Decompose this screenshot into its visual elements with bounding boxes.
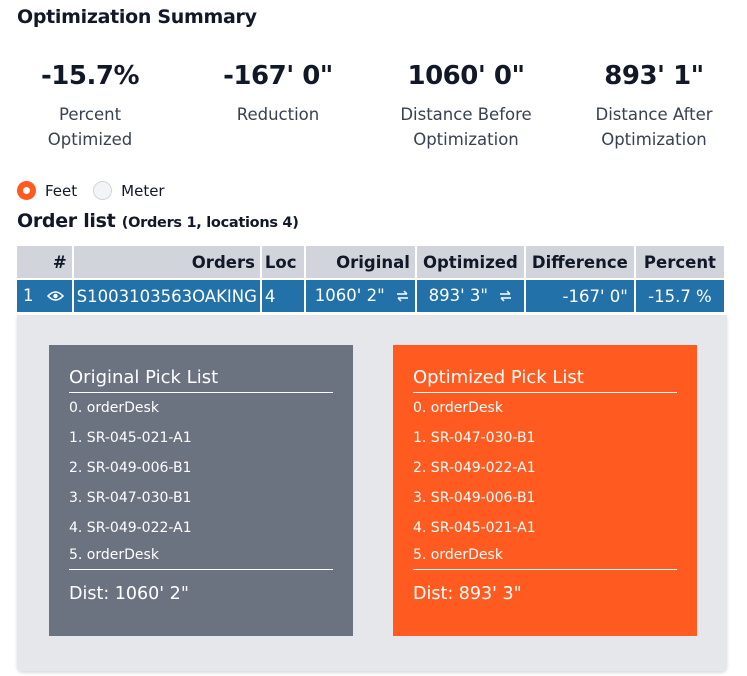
col-difference[interactable]: Difference (525, 246, 634, 278)
stat-label-line2: Optimization (601, 130, 707, 149)
original-distance: Dist: 1060' 2" (69, 584, 189, 604)
list-item: 3. SR-049-006-B1 (413, 490, 536, 506)
stat-value: -15.7% (41, 61, 140, 91)
list-item: 1. SR-047-030-B1 (413, 430, 536, 446)
stat-label: Reduction (188, 102, 368, 127)
col-orders[interactable]: Orders (73, 246, 260, 278)
cell-order: S1003103563OAKING (73, 280, 260, 312)
stat-label-line1: Percent (58, 105, 122, 124)
original-pick-list-title: Original Pick List (69, 367, 333, 393)
summary-title: Optimization Summary (17, 6, 257, 28)
order-list-heading: Order list (Orders 1, locations 4) (17, 210, 299, 232)
list-item: 1. SR-045-021-A1 (69, 430, 192, 446)
cell-optimized: 893' 3" (416, 280, 524, 312)
eye-icon[interactable] (46, 287, 64, 306)
list-item: 4. SR-049-022-A1 (69, 520, 192, 536)
stat-label: Distance Before Optimization (376, 102, 556, 152)
original-pick-list: 0. orderDesk 1. SR-045-021-A1 2. SR-049-… (69, 393, 333, 570)
list-item: 4. SR-045-021-A1 (413, 520, 536, 536)
original-pick-list-card: Original Pick List 0. orderDesk 1. SR-04… (49, 345, 353, 636)
cell-original: 1060' 2" (306, 280, 415, 312)
list-item: 5. orderDesk (413, 547, 503, 563)
stat-label: Percent Optimized (0, 102, 180, 152)
optimized-pick-list-title: Optimized Pick List (413, 367, 677, 393)
optimized-value: 893' 3" (428, 286, 488, 305)
col-loc[interactable]: Loc (261, 246, 305, 278)
cell-loc: 4 (261, 280, 305, 312)
radio-feet-label[interactable]: Feet (45, 182, 77, 200)
list-item: 5. orderDesk (69, 547, 159, 563)
order-table: # Orders Loc Original Optimized Differen… (15, 244, 726, 314)
stat-label-line2: Optimized (47, 130, 133, 149)
list-item: 2. SR-049-022-A1 (413, 460, 536, 476)
list-item: 3. SR-047-030-B1 (69, 490, 192, 506)
stat-value: 893' 1" (604, 61, 704, 91)
order-list-subtitle: (Orders 1, locations 4) (121, 215, 299, 231)
original-value: 1060' 2" (314, 286, 385, 305)
col-index[interactable]: # (17, 246, 72, 278)
cell-index: 1 (17, 280, 72, 312)
cell-percent: -15.7 % (635, 280, 724, 312)
optimized-pick-list-card: Optimized Pick List 0. orderDesk 1. SR-0… (393, 345, 697, 636)
cell-difference: -167' 0" (525, 280, 634, 312)
order-list-title: Order list (17, 210, 116, 232)
stat-distance-after: 893' 1" Distance After Optimization (564, 58, 744, 152)
list-item: 0. orderDesk (69, 400, 159, 416)
unit-selector: Feet Meter (17, 181, 165, 200)
stat-distance-before: 1060' 0" Distance Before Optimization (376, 58, 556, 152)
stat-label-line1: Reduction (236, 105, 320, 124)
optimized-pick-list: 0. orderDesk 1. SR-047-030-B1 2. SR-049-… (413, 393, 677, 570)
swap-icon[interactable] (499, 287, 512, 306)
order-detail-panel: Original Pick List 0. orderDesk 1. SR-04… (17, 315, 727, 671)
table-header-row: # Orders Loc Original Optimized Differen… (17, 246, 724, 278)
col-original[interactable]: Original (306, 246, 415, 278)
optimized-distance: Dist: 893' 3" (413, 584, 522, 604)
stat-percent-optimized: -15.7% Percent Optimized (0, 58, 180, 152)
stat-label-line2: Optimization (413, 130, 519, 149)
row-index: 1 (23, 286, 34, 305)
radio-meter[interactable] (93, 181, 113, 200)
list-item: 0. orderDesk (413, 400, 503, 416)
col-optimized[interactable]: Optimized (416, 246, 524, 278)
stat-label: Distance After Optimization (564, 102, 744, 152)
stat-value: -167' 0" (223, 61, 333, 91)
radio-meter-label[interactable]: Meter (121, 182, 164, 200)
stat-value: 1060' 0" (407, 61, 525, 91)
stat-reduction: -167' 0" Reduction (188, 58, 368, 127)
stat-label-line1: Distance Before (400, 105, 532, 124)
swap-icon[interactable] (396, 287, 409, 306)
list-item: 2. SR-049-006-B1 (69, 460, 192, 476)
table-row[interactable]: 1 S1003103563OAKING 4 1060' 2" 893' 3" -… (17, 280, 724, 312)
radio-feet[interactable] (17, 181, 36, 200)
col-percent[interactable]: Percent (635, 246, 724, 278)
stat-label-line1: Distance After (595, 105, 713, 124)
